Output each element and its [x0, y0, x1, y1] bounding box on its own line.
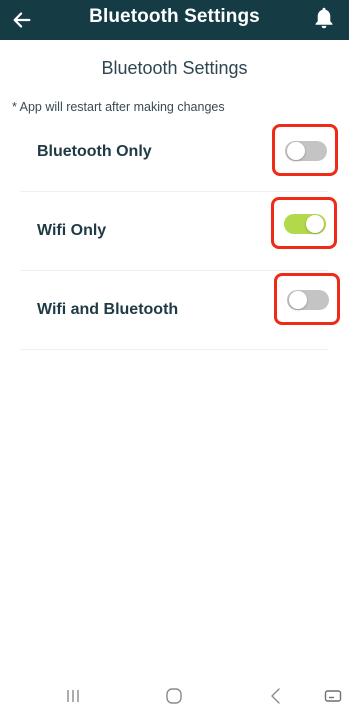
home-button[interactable]	[156, 672, 192, 720]
toggle-track	[285, 141, 327, 161]
bluetooth-only-toggle[interactable]	[272, 124, 338, 176]
toggle-knob	[287, 142, 305, 160]
app-bar-title: Bluetooth Settings	[89, 6, 260, 27]
wifi-and-bluetooth-toggle[interactable]	[274, 273, 340, 325]
setting-label: Bluetooth Only	[37, 143, 152, 160]
setting-label: Wifi Only	[37, 222, 107, 239]
keyboard-icon	[324, 690, 341, 702]
notifications-button[interactable]	[308, 2, 340, 34]
restart-note: * App will restart after making changes	[12, 100, 225, 114]
recent-apps-button[interactable]	[55, 672, 91, 720]
wifi-only-toggle[interactable]	[271, 197, 337, 249]
page-title: Bluetooth Settings	[101, 58, 248, 78]
toggle-knob	[289, 291, 307, 309]
keyboard-button[interactable]	[316, 672, 349, 720]
toggle-track	[287, 290, 329, 310]
toggle-knob	[306, 215, 324, 233]
recent-apps-icon	[67, 690, 79, 702]
system-nav-bar	[0, 672, 349, 720]
bell-icon	[315, 7, 333, 29]
app-bar: Bluetooth Settings	[0, 0, 349, 40]
home-icon	[166, 688, 182, 704]
system-back-button[interactable]	[258, 672, 294, 720]
toggle-track	[284, 214, 326, 234]
back-icon	[271, 688, 280, 704]
setting-label: Wifi and Bluetooth	[37, 301, 179, 318]
